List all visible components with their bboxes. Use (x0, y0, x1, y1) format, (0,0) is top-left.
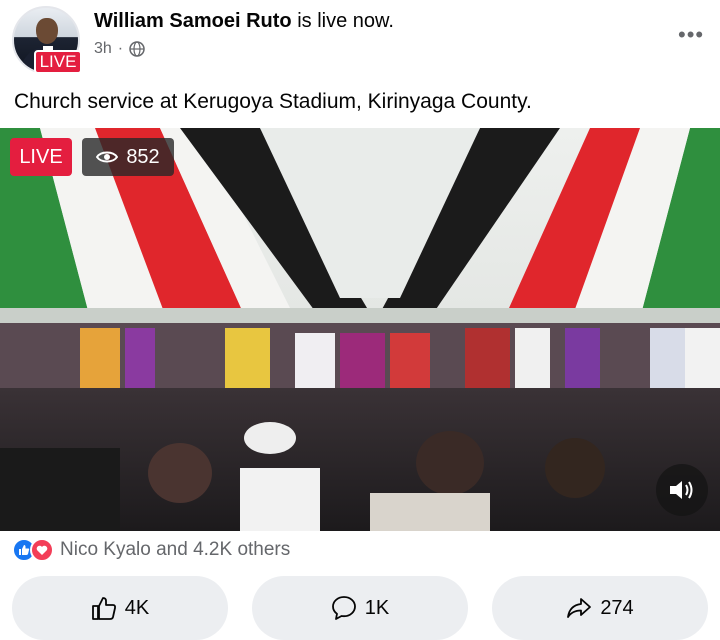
share-count: 274 (600, 596, 634, 619)
reactions-summary[interactable]: Nico Kyalo and 4.2K others (12, 538, 290, 562)
like-button[interactable]: 4K (12, 576, 228, 640)
live-video[interactable]: LIVE 852 (0, 128, 720, 531)
video-frame (0, 128, 720, 531)
share-button[interactable]: 274 (492, 576, 708, 640)
like-count: 4K (124, 596, 150, 619)
comment-button[interactable]: 1K (252, 576, 468, 640)
share-icon (567, 598, 592, 618)
live-indicator: LIVE (10, 138, 72, 176)
post-time[interactable]: 3h (94, 40, 112, 58)
viewer-count: 852 (126, 145, 160, 168)
post-header: LIVE William Samoei Ruto is live now. 3h… (0, 0, 720, 80)
more-options-icon[interactable]: ••• (678, 22, 704, 48)
speaker-icon (670, 481, 693, 499)
globe-icon (129, 41, 145, 57)
comment-icon (331, 596, 356, 620)
post-title: William Samoei Ruto is live now. (94, 10, 394, 33)
eye-icon (96, 151, 119, 163)
avatar-live-badge: LIVE (34, 50, 82, 74)
viewer-count-badge: 852 (82, 138, 174, 176)
meta-separator: · (117, 40, 124, 57)
live-status-text: is live now. (297, 10, 394, 32)
thumbs-up-icon (91, 597, 116, 620)
post-caption: Church service at Kerugoya Stadium, Kiri… (14, 90, 532, 113)
post-meta: 3h · (94, 40, 145, 58)
love-icon (30, 538, 54, 562)
reactions-text: Nico Kyalo and 4.2K others (60, 539, 291, 560)
comment-count: 1K (364, 596, 390, 619)
author-name[interactable]: William Samoei Ruto (94, 10, 292, 32)
sound-button[interactable] (656, 464, 708, 516)
